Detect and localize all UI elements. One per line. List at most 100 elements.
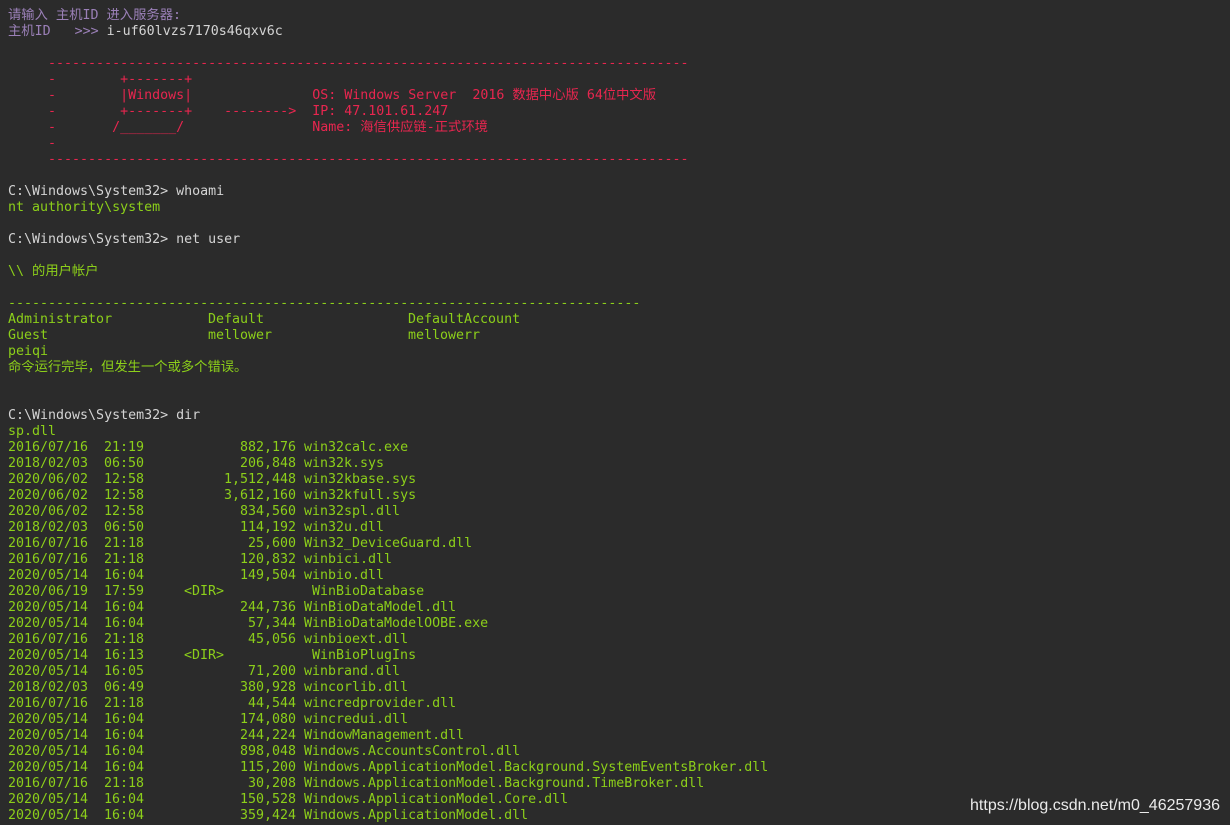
dir-time: 21:18 <box>104 552 145 567</box>
dir-row: 2016/07/16 21:19 882,176 win32calc.exe <box>8 440 1230 456</box>
dir-date: 2020/05/14 <box>8 760 89 775</box>
dir-date: 2020/06/02 <box>8 504 89 519</box>
dir-time: 12:58 <box>104 488 145 503</box>
user-name: mellowerr <box>408 328 481 343</box>
dir-size: 244,736 <box>239 600 296 615</box>
user-name: Administrator <box>8 312 113 327</box>
dir-time: 21:18 <box>104 696 145 711</box>
dir-row: 2016/07/16 21:18 45,056 winbioext.dll <box>8 632 1230 648</box>
dir-name: winbrand.dll <box>304 664 401 679</box>
dir-size: 150,528 <box>239 792 296 807</box>
dir-size: 57,344 <box>247 616 296 631</box>
dir-name: wincorlib.dll <box>304 680 409 695</box>
dir-size: 206,848 <box>239 456 296 471</box>
dir-row: 2016/07/16 21:18 44,544 wincredprovider.dll <box>8 696 1230 712</box>
dir-date: 2020/05/14 <box>8 568 89 583</box>
banner-line: - /_______/ Name: 海信供应链-正式环境 <box>8 120 488 135</box>
dir-size: 359,424 <box>239 808 296 823</box>
dir-name: WinBioDataModel.dll <box>304 600 457 615</box>
dir-time: 21:18 <box>104 776 145 791</box>
user-name: Guest <box>8 328 49 343</box>
dir-date: 2020/05/14 <box>8 808 89 823</box>
dir-date: 2020/05/14 <box>8 712 89 727</box>
dir-row: 2020/06/02 12:58 834,560 win32spl.dll <box>8 504 1230 520</box>
dir-time: 16:13 <box>104 648 145 663</box>
dir-row: 2020/05/14 16:04 149,504 winbio.dll <box>8 568 1230 584</box>
dir-name: wincredui.dll <box>304 712 409 727</box>
dir-date: 2016/07/16 <box>8 552 89 567</box>
dir-name: win32kbase.sys <box>304 472 417 487</box>
dir-size: 380,928 <box>239 680 296 695</box>
dir-name: win32u.dll <box>304 520 385 535</box>
dir-name: win32kfull.sys <box>304 488 417 503</box>
dir-name: Windows.ApplicationModel.dll <box>304 808 529 823</box>
dir-time: 21:18 <box>104 632 145 647</box>
dir-date: 2020/05/14 <box>8 744 89 759</box>
banner-line: - |Windows| OS: Windows Server 2016 数据中心… <box>8 88 657 103</box>
dir-size: 115,200 <box>239 760 296 775</box>
user-name: peiqi <box>8 344 49 359</box>
dir-name: win32k.sys <box>304 456 385 471</box>
dir-size: <DIR> <box>184 584 225 599</box>
banner-line: ----------------------------------------… <box>8 152 689 167</box>
dir-time: 12:58 <box>104 472 145 487</box>
dir-date: 2020/05/14 <box>8 728 89 743</box>
dir-date: 2020/05/14 <box>8 648 89 663</box>
dir-time: 16:04 <box>104 760 145 775</box>
dir-row: 2020/05/14 16:05 71,200 winbrand.dll <box>8 664 1230 680</box>
dir-name: Windows.ApplicationModel.Core.dll <box>304 792 569 807</box>
users-rule: ----------------------------------------… <box>8 296 641 311</box>
dir-time: 16:04 <box>104 808 145 823</box>
dir-size: 44,544 <box>247 696 296 711</box>
terminal-output[interactable]: 请输入 主机ID 进入服务器: 主机ID >>> i-uf60lvzs7170s… <box>8 8 1230 824</box>
dir-name: WinBioDataModelOOBE.exe <box>304 616 489 631</box>
dir-row: 2020/05/14 16:04 174,080 wincredui.dll <box>8 712 1230 728</box>
dir-date: 2020/05/14 <box>8 664 89 679</box>
dir-row: 2016/07/16 21:18 25,600 Win32_DeviceGuard.d… <box>8 536 1230 552</box>
dir-date: 2018/02/03 <box>8 456 89 471</box>
dir-name: Windows.ApplicationModel.Background.Time… <box>304 776 705 791</box>
whoami-output: nt authority\system <box>8 200 161 215</box>
host-input-line[interactable]: 主机ID >>> i-uf60lvzs7170s46qxv6c <box>8 24 1230 40</box>
user-row: peiqi <box>8 344 1230 360</box>
dir-row: 2018/02/03 06:50 206,848 win32k.sys <box>8 456 1230 472</box>
command-net-user: C:\Windows\System32> net user <box>8 232 241 247</box>
watermark: https://blog.csdn.net/m0_46257936 <box>970 797 1220 814</box>
dir-name: winbioext.dll <box>304 632 409 647</box>
dir-time: 16:04 <box>104 616 145 631</box>
dir-partial-line: sp.dll <box>8 424 57 439</box>
dir-size: 45,056 <box>247 632 296 647</box>
dir-size: 25,600 <box>247 536 296 551</box>
dir-date: 2016/07/16 <box>8 536 89 551</box>
dir-size: 114,192 <box>239 520 296 535</box>
dir-date: 2018/02/03 <box>8 680 89 695</box>
dir-date: 2016/07/16 <box>8 632 89 647</box>
banner-line: ----------------------------------------… <box>8 56 689 71</box>
dir-date: 2016/07/16 <box>8 696 89 711</box>
dir-size: 120,832 <box>239 552 296 567</box>
dir-time: 21:18 <box>104 536 145 551</box>
dir-time: 16:04 <box>104 568 145 583</box>
dir-date: 2020/05/14 <box>8 616 89 631</box>
user-name: DefaultAccount <box>408 312 521 327</box>
dir-row: 2020/05/14 16:04 244,736 WinBioDataModel.dl… <box>8 600 1230 616</box>
dir-row: 2016/07/16 21:18 120,832 winbici.dll <box>8 552 1230 568</box>
dir-size: 71,200 <box>247 664 296 679</box>
dir-date: 2016/07/16 <box>8 440 89 455</box>
dir-name: WindowManagement.dll <box>304 728 465 743</box>
dir-time: 16:04 <box>104 744 145 759</box>
dir-size: 244,224 <box>239 728 296 743</box>
dir-row: 2020/06/19 17:59 <DIR> WinBioDatabase <box>8 584 1230 600</box>
banner-line: - <box>8 136 57 151</box>
dir-name: wincredprovider.dll <box>304 696 457 711</box>
dir-name: winbici.dll <box>304 552 393 567</box>
dir-name: Win32_DeviceGuard.dll <box>304 536 473 551</box>
dir-date: 2020/06/02 <box>8 488 89 503</box>
dir-time: 06:50 <box>104 520 145 535</box>
dir-row: 2020/06/02 12:58 3,612,160 win32kfull.sys <box>8 488 1230 504</box>
banner-line: - +-------+ <box>8 72 193 87</box>
user-row: Administrator Default DefaultAccount <box>8 312 1230 328</box>
dir-row: 2020/06/02 12:58 1,512,448 win32kbase.sys <box>8 472 1230 488</box>
dir-size: 3,612,160 <box>223 488 296 503</box>
command-whoami: C:\Windows\System32> whoami <box>8 184 225 199</box>
